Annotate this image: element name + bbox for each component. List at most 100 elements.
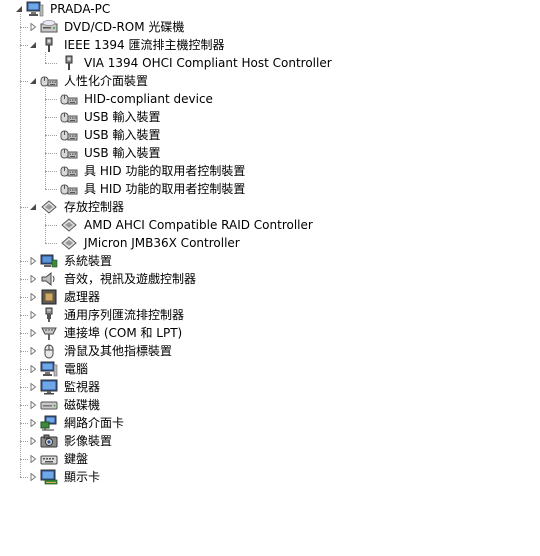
expand-arrow-icon[interactable] [28,346,38,356]
tree-connector [20,441,28,442]
expand-arrow-icon[interactable] [28,310,38,320]
tree-item-label: 存放控制器 [64,200,125,214]
collapse-arrow-icon[interactable] [14,4,24,14]
expand-arrow-icon[interactable] [28,436,38,446]
tree-category-12[interactable]: 磁碟機 [28,396,102,414]
tree-item-label: 鍵盤 [64,452,89,466]
tree-item-label: 網路介面卡 [64,416,125,430]
tree-connector [45,153,57,154]
tree-item-label: 音效，視訊及遊戲控制器 [64,272,197,286]
tree-connector [20,261,28,262]
tree-device-2-1[interactable]: USB 輸入裝置 [48,108,162,126]
tree-category-15[interactable]: 鍵盤 [28,450,90,468]
tree-item-label: USB 輸入裝置 [84,128,161,142]
tree-item-label: 連接埠 (COM 和 LPT) [64,326,183,340]
tree-category-2[interactable]: 人性化介面裝置 [28,72,150,90]
computer-icon [26,1,44,17]
collapse-arrow-icon[interactable] [28,202,38,212]
computer-icon [40,361,58,377]
tree-category-14[interactable]: 影像裝置 [28,432,114,450]
tree-category-6[interactable]: 處理器 [28,288,102,306]
tree-category-1[interactable]: IEEE 1394 匯流排主機控制器 [28,36,226,54]
expand-arrow-icon[interactable] [28,400,38,410]
device-tree[interactable]: PRADA-PC DVD/CD-ROM 光碟機 IEEE 1394 匯流排主機控制器… [0,0,540,556]
expand-arrow-icon[interactable] [28,292,38,302]
tree-connector [45,243,57,244]
tree-item-label: IEEE 1394 匯流排主機控制器 [64,38,225,52]
tree-item-label: 磁碟機 [64,398,101,412]
collapse-arrow-icon[interactable] [28,76,38,86]
storage-controller-icon [60,217,78,233]
tree-item-label: 人性化介面裝置 [64,74,149,88]
tree-category-5[interactable]: 音效，視訊及遊戲控制器 [28,270,198,288]
tree-connector [45,63,57,64]
tree-device-2-4[interactable]: 具 HID 功能的取用者控制裝置 [48,162,247,180]
hid-icon [40,73,58,89]
collapse-arrow-icon[interactable] [28,40,38,50]
expand-arrow-icon[interactable] [28,328,38,338]
tree-item-label: AMD AHCI Compatible RAID Controller [84,218,313,232]
tree-category-0[interactable]: DVD/CD-ROM 光碟機 [28,18,186,36]
expand-arrow-icon[interactable] [28,274,38,284]
tree-category-10[interactable]: 電腦 [28,360,90,378]
tree-device-2-2[interactable]: USB 輸入裝置 [48,126,162,144]
expand-arrow-icon[interactable] [28,364,38,374]
expand-arrow-icon[interactable] [28,454,38,464]
tree-connector [20,333,28,334]
expand-arrow-icon[interactable] [28,472,38,482]
tree-device-2-0[interactable]: HID-compliant device [48,90,215,108]
tree-device-3-0[interactable]: AMD AHCI Compatible RAID Controller [48,216,315,234]
imaging-device-icon [40,433,58,449]
display-adapter-icon [40,469,58,485]
tree-category-16[interactable]: 顯示卡 [28,468,102,486]
tree-device-2-5[interactable]: 具 HID 功能的取用者控制裝置 [48,180,247,198]
keyboard-icon [40,451,58,467]
tree-item-label: JMicron JMB36X Controller [84,236,240,250]
tree-connector [20,405,28,406]
hid-icon [60,181,78,197]
tree-item-label: DVD/CD-ROM 光碟機 [64,20,185,34]
tree-item-label: 監視器 [64,380,101,394]
expand-arrow-icon[interactable] [28,256,38,266]
tree-connector [20,351,28,352]
tree-category-13[interactable]: 網路介面卡 [28,414,126,432]
expand-arrow-icon[interactable] [28,22,38,32]
tree-connector [45,88,46,189]
processor-icon [40,289,58,305]
tree-item-label: USB 輸入裝置 [84,146,161,160]
tree-category-3[interactable]: 存放控制器 [28,198,126,216]
ieee1394-icon [40,37,58,53]
tree-item-label: HID-compliant device [84,92,213,106]
tree-category-4[interactable]: 系統裝置 [28,252,114,270]
tree-root-computer[interactable]: PRADA-PC [14,0,112,18]
tree-connector [45,52,46,63]
tree-connector [20,315,28,316]
tree-category-11[interactable]: 監視器 [28,378,102,396]
expand-arrow-icon[interactable] [28,418,38,428]
tree-connector [20,45,28,46]
tree-category-9[interactable]: 滑鼠及其他指標裝置 [28,342,174,360]
tree-item-label: 通用序列匯流排控制器 [64,308,185,322]
tree-item-label: 處理器 [64,290,101,304]
hid-icon [60,127,78,143]
tree-connector [20,477,28,478]
tree-connector [45,171,57,172]
tree-connector [20,459,28,460]
mouse-icon [40,343,58,359]
tree-connector [45,214,46,243]
network-adapter-icon [40,415,58,431]
expand-arrow-icon[interactable] [28,382,38,392]
hid-icon [60,109,78,125]
storage-controller-icon [60,235,78,251]
tree-item-label: 電腦 [64,362,89,376]
tree-item-label: 系統裝置 [64,254,113,268]
tree-device-3-1[interactable]: JMicron JMB36X Controller [48,234,242,252]
tree-item-label: 顯示卡 [64,470,101,484]
tree-category-8[interactable]: 連接埠 (COM 和 LPT) [28,324,184,342]
tree-item-label: 影像裝置 [64,434,113,448]
tree-device-2-3[interactable]: USB 輸入裝置 [48,144,162,162]
tree-device-1-0[interactable]: VIA 1394 OHCI Compliant Host Controller [48,54,334,72]
port-icon [40,325,58,341]
tree-category-7[interactable]: 通用序列匯流排控制器 [28,306,186,324]
tree-connector [20,297,28,298]
